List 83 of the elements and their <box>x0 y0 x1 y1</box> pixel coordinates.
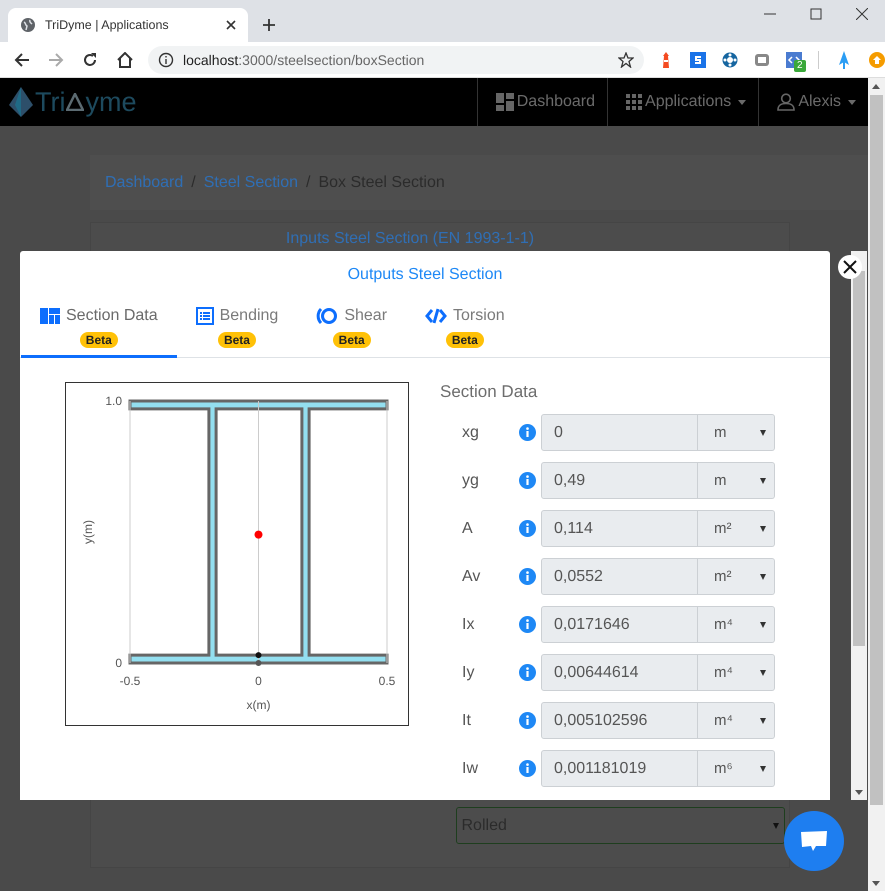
value-field[interactable]: 0,114 <box>541 510 698 547</box>
field-label: It <box>461 712 472 730</box>
value-field[interactable]: 0 <box>541 414 698 451</box>
extension-icon[interactable] <box>722 52 738 68</box>
y-axis: 0 1.0 <box>105 394 122 670</box>
value-field[interactable]: 0,001181019 <box>541 750 698 787</box>
layout-icon <box>40 308 60 324</box>
beta-badge: Beta <box>446 332 484 348</box>
globe-icon <box>20 17 36 33</box>
field-label: Iy <box>461 664 476 682</box>
y-axis-title: y(m) <box>81 520 95 544</box>
breadcrumb-separator: / <box>191 174 196 192</box>
x-axis-title: x(m) <box>246 698 270 712</box>
dialog-scrollbar[interactable] <box>851 251 867 800</box>
tab[interactable]: Section Data Beta <box>21 298 177 358</box>
reload-icon[interactable] <box>82 52 98 68</box>
info-icon[interactable] <box>519 424 536 441</box>
unit-select[interactable]: m² <box>698 510 775 547</box>
value-field[interactable]: 0,49 <box>541 462 698 499</box>
maximize-icon[interactable] <box>810 8 822 20</box>
info-icon <box>158 52 174 68</box>
field-label: Av <box>461 568 482 586</box>
info-icon[interactable] <box>519 616 536 633</box>
field-label: Iw <box>461 760 479 778</box>
x-axis: -0.5 0 0.5 <box>120 674 396 688</box>
list-icon <box>196 307 214 325</box>
unit-select[interactable]: m <box>698 462 775 499</box>
field-label: A <box>461 520 474 538</box>
extension-icon[interactable] <box>690 52 706 68</box>
unit-select[interactable]: m⁶ <box>698 750 775 787</box>
address-field[interactable]: localhost:3000/steelsection/boxSection <box>148 46 644 74</box>
count-badge: 2 <box>794 60 806 72</box>
browser-tab[interactable]: TriDyme | Applications <box>8 8 248 42</box>
close-icon <box>843 260 857 274</box>
value-field[interactable]: 0,00644614 <box>541 654 698 691</box>
unit-select[interactable]: m⁴ <box>698 702 775 739</box>
info-icon[interactable] <box>519 712 536 729</box>
info-icon[interactable] <box>519 664 536 681</box>
close-icon[interactable] <box>226 20 236 30</box>
close-icon[interactable] <box>856 8 868 20</box>
card-title: Inputs Steel Section (EN 1993-1-1) <box>286 230 534 248</box>
info-icon[interactable] <box>519 760 536 777</box>
field-label: xg <box>461 424 480 442</box>
chat-icon <box>800 830 828 852</box>
back-icon[interactable] <box>14 52 30 68</box>
logo-icon <box>66 93 84 111</box>
code-icon <box>425 307 448 325</box>
dialog-title: Outputs Steel Section <box>346 266 504 284</box>
brand-name: yme <box>85 86 136 118</box>
value-field[interactable]: 0,0171646 <box>541 606 698 643</box>
unit-select[interactable]: m² <box>698 558 775 595</box>
close-button[interactable] <box>838 255 862 279</box>
info-icon[interactable] <box>519 472 536 489</box>
ring-icon <box>316 307 338 325</box>
unit-select[interactable]: m⁴ <box>698 654 775 691</box>
beta-badge: Beta <box>218 332 256 348</box>
section-heading: Section Data <box>440 382 538 402</box>
dashboard-icon <box>496 93 514 111</box>
page-scrollbar[interactable] <box>868 78 885 891</box>
value-field[interactable]: 0,0552 <box>541 558 698 595</box>
value-field[interactable]: 0,005102596 <box>541 702 698 739</box>
field-label: Ix <box>461 616 476 634</box>
tab[interactable]: Torsion Beta <box>406 298 524 358</box>
tab-title: TriDyme | Applications <box>45 18 170 32</box>
tab[interactable]: Shear Beta <box>297 298 406 358</box>
home-icon[interactable] <box>116 52 134 68</box>
breadcrumb-separator: / <box>306 174 310 192</box>
field-label: yg <box>461 472 480 490</box>
star-icon[interactable] <box>618 52 634 68</box>
info-icon[interactable] <box>519 568 536 585</box>
tab[interactable]: Bending Beta <box>176 298 298 358</box>
beta-badge: Beta <box>80 332 118 348</box>
brand-name: Tri <box>35 86 66 118</box>
forward-icon[interactable] <box>48 52 64 68</box>
beta-badge: Beta <box>332 332 371 348</box>
unit-select[interactable]: m <box>698 414 775 451</box>
grid-icon <box>626 94 642 110</box>
unit-select[interactable]: m⁴ <box>698 606 775 643</box>
extension-icon[interactable] <box>754 52 770 68</box>
new-tab-icon[interactable] <box>262 18 276 32</box>
user-icon <box>777 93 796 111</box>
logo-icon <box>8 87 34 117</box>
info-icon[interactable] <box>519 520 536 537</box>
